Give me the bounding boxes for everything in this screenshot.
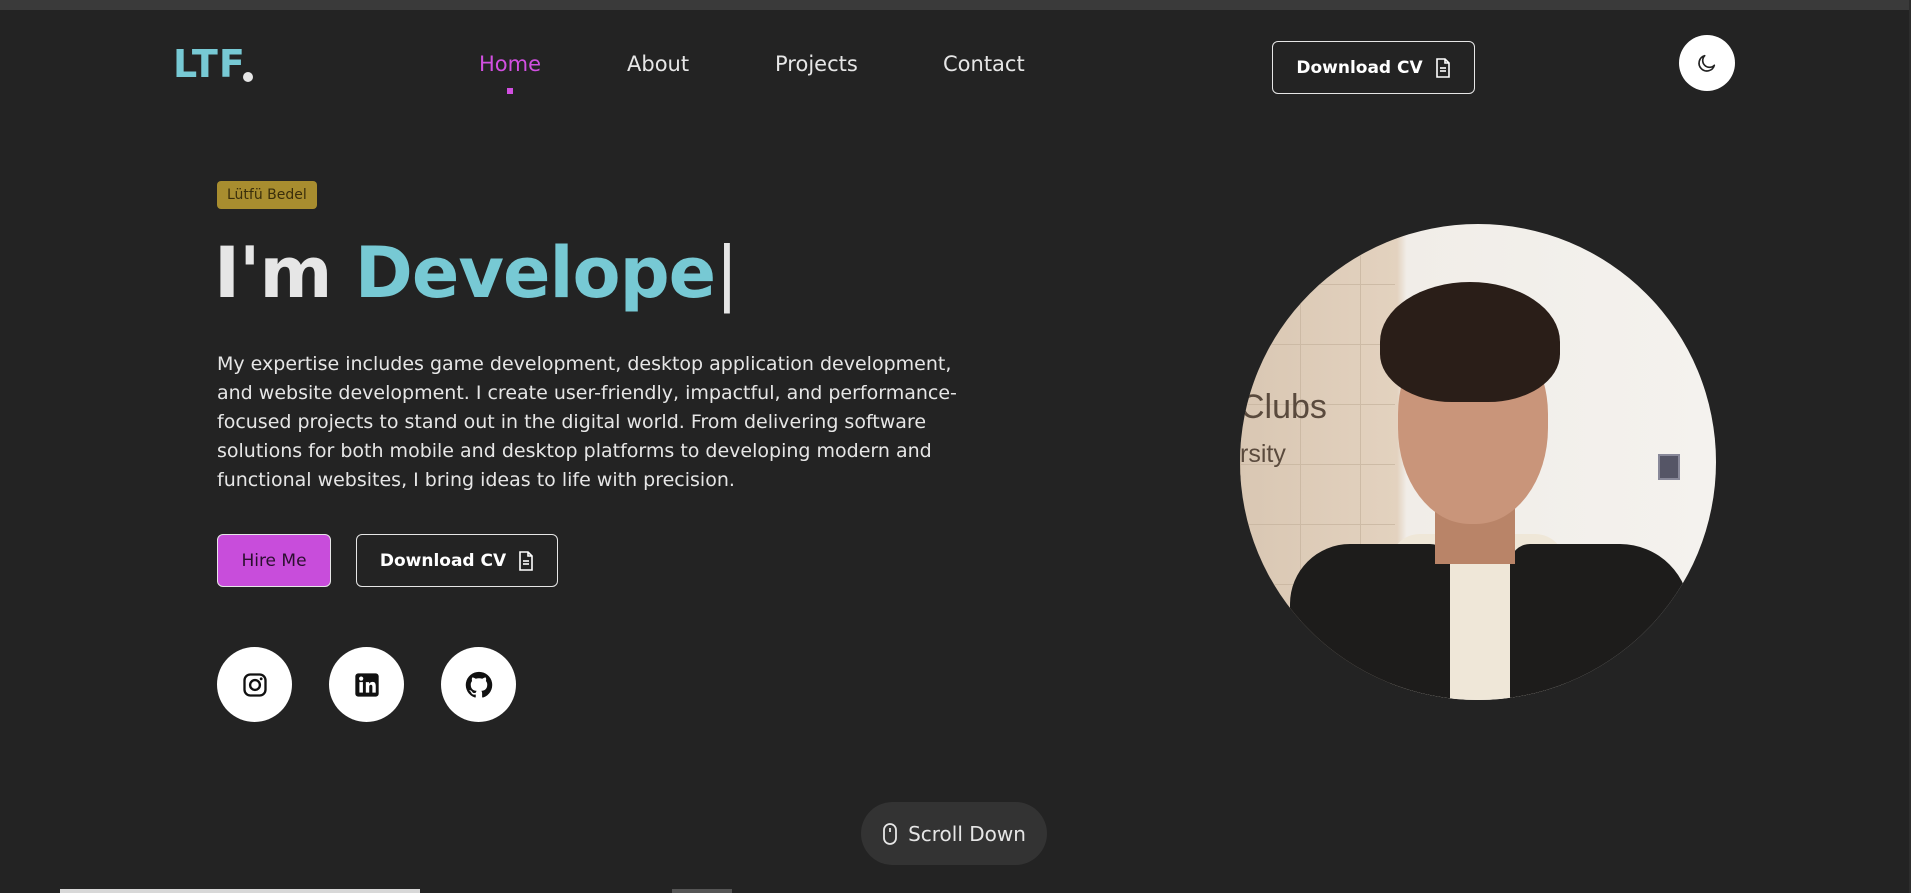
logo-dot bbox=[243, 72, 253, 82]
hero-intro-text: My expertise includes game development, … bbox=[217, 353, 957, 491]
photo-sign-text-2: rsity bbox=[1240, 440, 1286, 468]
hero-headline: I'm Develope| bbox=[214, 232, 739, 314]
instagram-icon bbox=[242, 672, 267, 697]
headline-role-typed: Develope bbox=[354, 232, 716, 314]
github-icon bbox=[465, 671, 492, 698]
photo-hair bbox=[1380, 282, 1560, 402]
moon-icon bbox=[1698, 54, 1716, 72]
scroll-down-button[interactable]: Scroll Down bbox=[861, 802, 1047, 865]
active-nav-indicator bbox=[507, 88, 513, 94]
document-icon bbox=[1435, 57, 1450, 78]
scroll-down-label: Scroll Down bbox=[908, 821, 1026, 846]
github-link[interactable] bbox=[441, 647, 516, 722]
nav-download-cv-button[interactable]: Download CV bbox=[1272, 41, 1475, 94]
linkedin-link[interactable] bbox=[329, 647, 404, 722]
name-tag: Lütfü Bedel bbox=[217, 181, 317, 209]
nav-link-contact[interactable]: Contact bbox=[943, 52, 1025, 76]
browser-top-strip bbox=[0, 0, 1911, 10]
linkedin-icon bbox=[354, 672, 379, 697]
hero-download-cv-label: Download CV bbox=[379, 550, 507, 571]
headline-prefix: I'm bbox=[214, 232, 332, 314]
next-section-edge-2 bbox=[672, 889, 732, 893]
document-icon bbox=[519, 550, 533, 571]
nav-download-cv-label: Download CV bbox=[1296, 57, 1423, 78]
photo-qr-code bbox=[1658, 454, 1680, 480]
profile-photo: Clubs rsity bbox=[1240, 224, 1716, 700]
next-section-edge bbox=[60, 889, 420, 893]
nav-link-about[interactable]: About bbox=[627, 52, 689, 76]
nav-link-projects[interactable]: Projects bbox=[775, 52, 858, 76]
typing-cursor: | bbox=[715, 232, 739, 314]
mouse-icon bbox=[883, 822, 897, 845]
instagram-link[interactable] bbox=[217, 647, 292, 722]
nav-link-home[interactable]: Home bbox=[479, 52, 541, 76]
theme-toggle-button[interactable] bbox=[1679, 35, 1735, 91]
photo-jacket-left bbox=[1290, 544, 1450, 700]
logo[interactable]: LTF bbox=[173, 42, 246, 86]
hero-download-cv-button[interactable]: Download CV bbox=[356, 534, 558, 587]
photo-sign-text-1: Clubs bbox=[1240, 388, 1327, 426]
hire-me-button[interactable]: Hire Me bbox=[217, 534, 331, 587]
photo-jacket-right bbox=[1510, 544, 1690, 700]
